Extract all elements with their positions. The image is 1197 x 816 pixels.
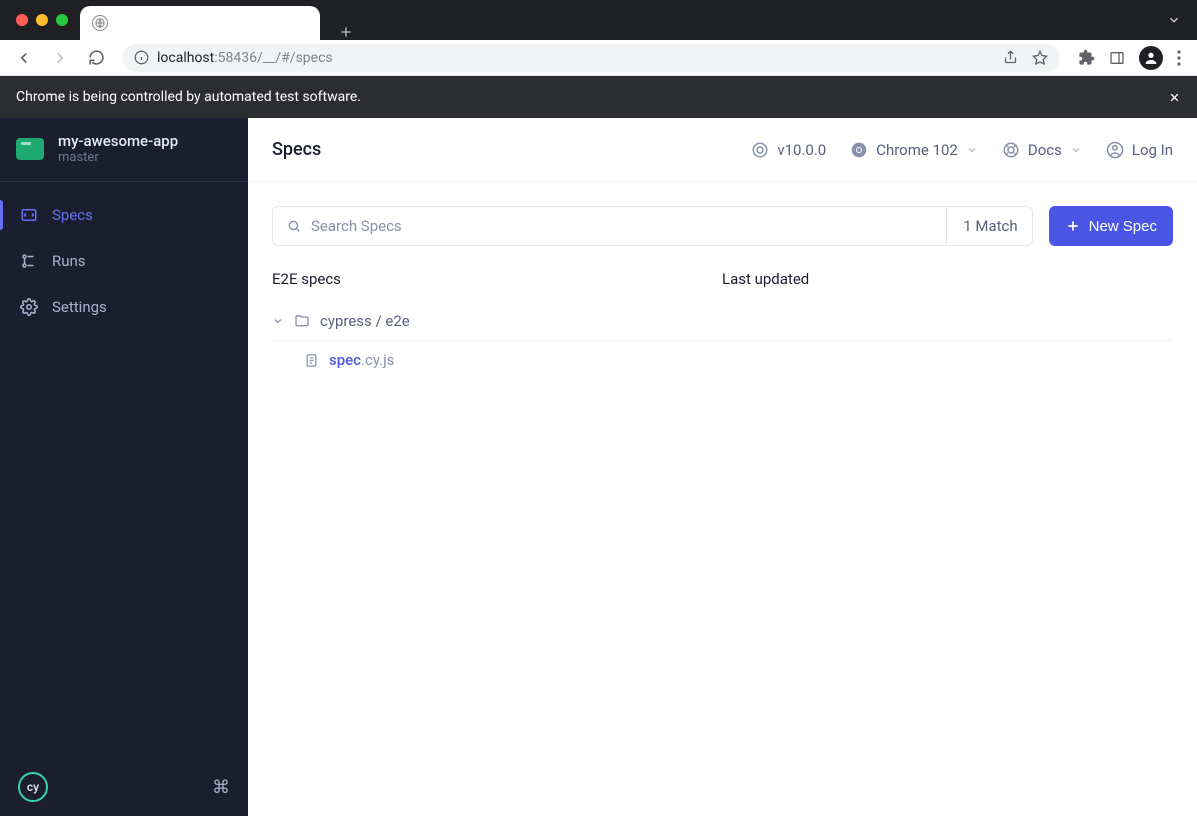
runs-icon: [20, 252, 38, 270]
sidebar-item-runs[interactable]: Runs: [0, 238, 248, 284]
url-port: :58436: [214, 50, 257, 66]
app-shell: my-awesome-app master Specs Runs: [0, 118, 1197, 816]
gear-icon: [20, 298, 38, 316]
keyboard-shortcuts-icon[interactable]: ⌘: [212, 777, 230, 798]
project-branch: master: [58, 150, 178, 165]
url-path: /__/#/specs: [257, 50, 333, 66]
search-icon: [287, 219, 301, 233]
infobar-message: Chrome is being controlled by automated …: [16, 89, 361, 105]
browser-toolbar: localhost:58436/__/#/specs: [0, 40, 1197, 76]
life-ring-icon: [1002, 141, 1020, 159]
column-header-updated: Last updated: [722, 270, 1173, 288]
sidebar-item-settings[interactable]: Settings: [0, 284, 248, 330]
sidebar-item-specs[interactable]: Specs: [0, 192, 248, 238]
sidebar-item-label: Specs: [52, 206, 93, 224]
sidebar: my-awesome-app master Specs Runs: [0, 118, 248, 816]
page-title: Specs: [272, 139, 321, 160]
side-panel-icon[interactable]: [1109, 50, 1125, 66]
main-content: Specs v10.0.0 Chrome 102: [248, 118, 1197, 816]
browser-tab[interactable]: [80, 6, 320, 40]
search-placeholder: Search Specs: [311, 217, 402, 235]
spec-file-ext: .cy.js: [361, 351, 394, 369]
extensions-icon[interactable]: [1078, 49, 1095, 66]
project-header[interactable]: my-awesome-app master: [0, 118, 248, 182]
info-icon: [134, 50, 149, 65]
folder-label: cypress / e2e: [320, 312, 410, 330]
infobar-close-button[interactable]: [1168, 91, 1181, 104]
window-close-button[interactable]: [16, 14, 28, 26]
folder-icon: [294, 313, 310, 329]
specs-icon: [20, 206, 38, 224]
traffic-lights: [0, 14, 68, 26]
spec-file-row[interactable]: spec.cy.js: [272, 341, 1173, 379]
sidebar-item-label: Settings: [52, 298, 107, 316]
back-button[interactable]: [8, 42, 40, 74]
forward-button[interactable]: [44, 42, 76, 74]
chevron-down-icon: [272, 315, 284, 327]
browser-selector[interactable]: Chrome 102: [850, 141, 978, 159]
profile-avatar[interactable]: [1139, 46, 1163, 70]
address-bar[interactable]: localhost:58436/__/#/specs: [122, 44, 1060, 72]
ring-icon: [751, 141, 769, 159]
cypress-logo[interactable]: cy: [18, 772, 48, 802]
project-name: my-awesome-app: [58, 132, 178, 150]
chevron-down-icon: [1070, 144, 1082, 156]
new-tab-button[interactable]: [338, 24, 354, 40]
version-indicator[interactable]: v10.0.0: [751, 141, 826, 159]
user-icon: [1106, 141, 1124, 159]
reload-button[interactable]: [80, 42, 112, 74]
window-minimize-button[interactable]: [36, 14, 48, 26]
window-zoom-button[interactable]: [56, 14, 68, 26]
bookmark-icon[interactable]: [1032, 50, 1048, 66]
chrome-menu-icon[interactable]: [1177, 50, 1181, 66]
url-host: localhost: [157, 50, 214, 66]
automation-infobar: Chrome is being controlled by automated …: [0, 76, 1197, 118]
spec-folder-row[interactable]: cypress / e2e: [272, 302, 1173, 341]
search-specs-input[interactable]: Search Specs 1 Match: [272, 206, 1033, 246]
file-icon: [304, 353, 319, 368]
project-icon: [16, 138, 44, 160]
spec-file-name: spec: [329, 351, 361, 369]
docs-link[interactable]: Docs: [1002, 141, 1082, 159]
plus-icon: [1065, 218, 1081, 234]
match-count: 1 Match: [946, 207, 1017, 245]
globe-icon: [92, 15, 108, 31]
topbar: Specs v10.0.0 Chrome 102: [248, 118, 1197, 182]
chevron-down-icon: [966, 144, 978, 156]
tabs-dropdown-button[interactable]: [1167, 13, 1181, 27]
column-header-specs: E2E specs: [272, 270, 722, 288]
share-icon[interactable]: [1003, 50, 1018, 65]
browser-tab-strip: [0, 0, 1197, 40]
sidebar-item-label: Runs: [52, 252, 86, 270]
new-spec-button[interactable]: New Spec: [1049, 206, 1173, 246]
login-button[interactable]: Log In: [1106, 141, 1173, 159]
chrome-icon: [850, 141, 868, 159]
